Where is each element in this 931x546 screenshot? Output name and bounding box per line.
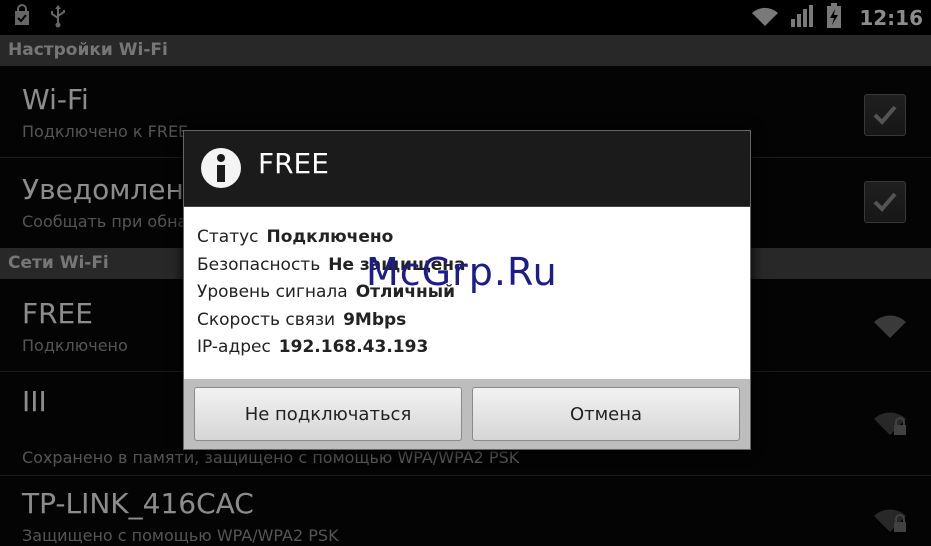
watermark: McGrp.Ru [366,250,558,294]
cancel-button[interactable]: Отмена [472,387,740,441]
info-label: Статус [197,227,259,247]
info-row-link-speed: Скорость связи 9Mbps [197,310,750,338]
info-icon [201,148,241,188]
info-row-ip: IP-адрес 192.168.43.193 [197,337,750,365]
info-label: IP-адрес [197,337,271,357]
info-label: Уровень сигнала [197,282,348,302]
info-value: 192.168.43.193 [278,337,429,357]
forget-button[interactable]: Не подключаться [194,387,462,441]
info-label: Безопасность [197,254,321,275]
dialog-header: FREE [184,131,750,207]
info-label: Скорость связи [197,309,336,330]
info-value: Подключено [266,227,394,247]
dialog-footer: Не подключаться Отмена [184,379,750,449]
dialog-title: FREE [258,147,329,180]
info-value: 9Mbps [343,309,407,330]
